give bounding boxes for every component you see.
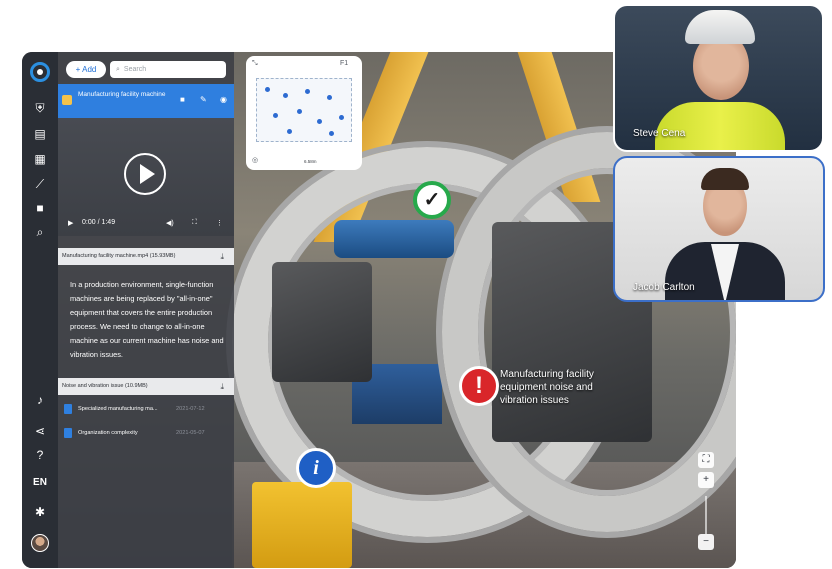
zoom-slider[interactable] bbox=[705, 496, 707, 534]
attachment-name: Manufacturing facility machine.mp4 (15.9… bbox=[62, 253, 176, 259]
volume-icon[interactable]: ◀) bbox=[166, 219, 174, 227]
document-row[interactable]: Organization complexity 2021-05-07 bbox=[58, 424, 234, 442]
search-placeholder: Search bbox=[123, 66, 147, 73]
machine-panel bbox=[272, 262, 372, 382]
viewpoint-dot[interactable] bbox=[317, 119, 322, 124]
ruler-icon[interactable]: ⟋ bbox=[30, 176, 50, 192]
search-input[interactable]: ⌕ Search bbox=[110, 61, 226, 78]
participant-hair bbox=[701, 168, 749, 190]
document-date: 2021-05-07 bbox=[176, 430, 205, 436]
user-avatar[interactable] bbox=[31, 534, 49, 552]
locate-icon[interactable]: ◉ bbox=[220, 95, 227, 104]
info-marker-icon[interactable]: i bbox=[296, 448, 336, 488]
logo-icon[interactable] bbox=[30, 62, 50, 82]
share-icon[interactable]: ⋖ bbox=[30, 423, 50, 439]
play-icon bbox=[140, 164, 155, 184]
selected-item-title: Manufacturing facility machine bbox=[78, 91, 166, 98]
issue-marker-alert-icon[interactable]: ! bbox=[459, 366, 499, 406]
shield-icon[interactable]: ⛨ bbox=[30, 100, 50, 116]
participant-helmet bbox=[685, 10, 755, 44]
description-text: In a production environment, single-func… bbox=[70, 280, 224, 359]
zoom-in-button[interactable]: + bbox=[698, 472, 714, 488]
video-camera-icon[interactable]: ■ bbox=[30, 200, 50, 216]
participant-name: Steve Cena bbox=[633, 128, 686, 139]
search-icon[interactable]: ⌕ bbox=[30, 224, 50, 240]
resolved-marker-check-icon[interactable]: ✓ bbox=[413, 181, 451, 219]
attachment-name: Noise and vibration issue (10.9MB) bbox=[62, 383, 148, 389]
viewpoint-dot[interactable] bbox=[273, 113, 278, 118]
settings-icon[interactable]: ✱ bbox=[30, 504, 50, 520]
participant-video[interactable]: Jacob Carlton bbox=[613, 156, 825, 302]
help-icon[interactable]: ? bbox=[30, 447, 50, 463]
map-scale: 6.58m bbox=[304, 159, 317, 164]
search-icon: ⌕ bbox=[116, 66, 120, 73]
video-time: 0:00 / 1:49 bbox=[82, 219, 116, 226]
language-button[interactable]: EN bbox=[30, 475, 50, 491]
edit-icon[interactable]: ✎ bbox=[200, 95, 207, 104]
trash-icon[interactable]: ■ bbox=[180, 95, 185, 104]
document-date: 2021-07-12 bbox=[176, 406, 205, 412]
participant-name: Jacob Carlton bbox=[633, 282, 695, 293]
viewpoint-dot[interactable] bbox=[327, 95, 332, 100]
expand-icon[interactable]: ⤡ bbox=[252, 60, 258, 68]
bell-icon[interactable]: ♪ bbox=[30, 392, 50, 408]
floor-plan-area bbox=[256, 78, 352, 142]
side-panel: + Add ⌕ Search Manufacturing facility mac… bbox=[58, 52, 234, 568]
selected-item[interactable]: Manufacturing facility machine ■ ✎ ◉ bbox=[58, 84, 234, 118]
viewpoint-dot[interactable] bbox=[265, 87, 270, 92]
download-icon[interactable]: ⤓ bbox=[220, 378, 224, 395]
document-name: Organization complexity bbox=[78, 430, 138, 436]
viewpoint-dot[interactable] bbox=[297, 109, 302, 114]
blue-motor bbox=[334, 220, 454, 258]
left-rail: ⛨ ▤ ▦ ⟋ ■ ⌕ ♪ ⋖ ? EN ✱ bbox=[22, 52, 58, 568]
video-player[interactable]: ▶ 0:00 / 1:49 ◀) ⛶ ⋮ bbox=[58, 118, 234, 236]
participant-image bbox=[655, 102, 785, 150]
attachment-row[interactable]: Noise and vibration issue (10.9MB) ⤓ bbox=[58, 378, 234, 395]
fullscreen-icon[interactable]: ⛶ bbox=[192, 219, 197, 227]
folder-icon bbox=[62, 95, 72, 105]
document-icon bbox=[64, 404, 72, 414]
download-icon[interactable]: ⤓ bbox=[220, 248, 224, 265]
locate-icon[interactable]: ◎ bbox=[252, 156, 258, 164]
yellow-cart bbox=[252, 482, 352, 568]
issue-marker-label: Manufacturing facility equipment noise a… bbox=[500, 369, 594, 406]
attachment-row[interactable]: Manufacturing facility machine.mp4 (15.9… bbox=[58, 248, 234, 265]
add-button[interactable]: + Add bbox=[66, 61, 106, 78]
viewpoint-dot[interactable] bbox=[329, 131, 334, 136]
floor-plan-minimap[interactable]: ⤡ F1 ◎ 6.58m bbox=[246, 56, 362, 170]
comment-icon[interactable]: ▤ bbox=[30, 126, 50, 142]
more-icon[interactable]: ⋮ bbox=[216, 219, 223, 227]
image-icon[interactable]: ▦ bbox=[30, 151, 50, 167]
fit-screen-icon[interactable]: ⛶ bbox=[698, 452, 714, 468]
document-row[interactable]: Specialized manufacturing ma... 2021-07-… bbox=[58, 400, 234, 418]
document-name: Specialized manufacturing ma... bbox=[78, 406, 158, 412]
viewpoint-dot[interactable] bbox=[283, 93, 288, 98]
participant-video[interactable]: Steve Cena bbox=[613, 4, 824, 152]
viewpoint-dot[interactable] bbox=[305, 89, 310, 94]
viewpoint-dot[interactable] bbox=[339, 115, 344, 120]
floor-selector[interactable]: F1 bbox=[340, 60, 348, 67]
play-small-icon[interactable]: ▶ bbox=[68, 219, 73, 227]
zoom-out-button[interactable]: − bbox=[698, 534, 714, 550]
viewpoint-dot[interactable] bbox=[287, 129, 292, 134]
document-icon bbox=[64, 428, 72, 438]
